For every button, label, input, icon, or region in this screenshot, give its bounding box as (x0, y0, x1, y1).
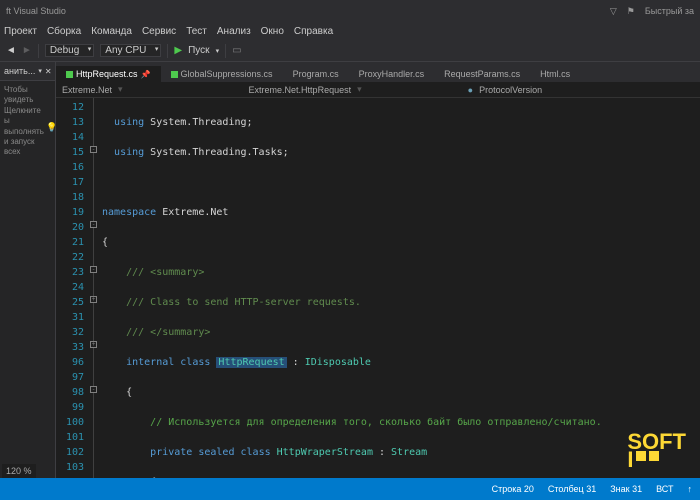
tab-label: Program.cs (293, 69, 339, 79)
config-dropdown[interactable]: Debug (45, 44, 94, 57)
separator (225, 44, 226, 58)
tab-program[interactable]: Program.cs (283, 66, 349, 82)
flag-icon[interactable]: ⚑ (627, 6, 635, 17)
quick-launch[interactable]: Быстрый за (645, 6, 694, 17)
menu-project[interactable]: Проект (4, 26, 37, 37)
status-bar: Строка 20 Столбец 31 Знак 31 ВСТ ↑ (0, 478, 700, 500)
menu-window[interactable]: Окно (261, 26, 284, 37)
lightbulb-icon[interactable]: 💡 (56, 123, 57, 133)
menu-build[interactable]: Сборка (47, 26, 81, 37)
play-icon[interactable]: ▶ (174, 45, 182, 56)
platform-dropdown[interactable]: Any CPU (100, 44, 161, 57)
status-insert: ВСТ (656, 484, 673, 494)
fold-box-icon[interactable]: - (90, 146, 97, 153)
crumb-member[interactable]: ProtocolVersion (479, 85, 542, 95)
breadcrumb: Extreme.Net ▾ Extreme.Net.HttpRequest ▾ … (56, 82, 700, 98)
separator (167, 44, 168, 58)
menu-bar: Проект Сборка Команда Сервис Тест Анализ… (0, 22, 700, 40)
crumb-project[interactable]: Extreme.Net (62, 85, 112, 95)
separator: ▾ (357, 84, 362, 95)
toolbar-item[interactable]: ▭ (232, 45, 241, 56)
fold-box-icon[interactable]: + (90, 341, 97, 348)
pin-icon[interactable]: 📌 (141, 70, 151, 79)
fold-gutter[interactable]: - - - + + - + (90, 98, 102, 478)
menu-analyze[interactable]: Анализ (217, 26, 251, 37)
status-line: Строка 20 (492, 484, 534, 494)
tab-proxyhandler[interactable]: ProxyHandler.cs (349, 66, 435, 82)
close-icon[interactable]: ✕ (45, 67, 52, 76)
app-title: ft Visual Studio (6, 6, 66, 16)
menu-team[interactable]: Команда (91, 26, 132, 37)
tab-globalsuppressions[interactable]: GlobalSuppressions.cs (161, 66, 283, 82)
titlebar-actions: ▽ ⚑ Быстрый за (610, 6, 694, 17)
separator (38, 44, 39, 58)
fold-box-icon[interactable]: + (90, 296, 97, 303)
source-text[interactable]: using System.Threading; using System.Thr… (102, 98, 700, 478)
separator: ▾ (118, 84, 123, 95)
tab-label: GlobalSuppressions.cs (181, 69, 273, 79)
run-button[interactable]: Пуск (188, 45, 209, 56)
toolbar: ◄ ► Debug Any CPU ▶ Пуск ▾ ▭ (0, 40, 700, 62)
title-bar: ft Visual Studio ▽ ⚑ Быстрый за (0, 0, 700, 22)
tab-httprequest[interactable]: HttpRequest.cs📌 (56, 66, 161, 82)
tab-label: RequestParams.cs (444, 69, 520, 79)
fold-box-icon[interactable]: - (90, 266, 97, 273)
code-editor[interactable]: 1213141516171819202122232425313233969798… (56, 98, 700, 478)
csharp-icon (66, 71, 73, 78)
chevron-down-icon[interactable]: ▾ (38, 67, 42, 75)
run-chevron-icon[interactable]: ▾ (216, 47, 220, 55)
main-area: анить... ▾ ✕ Чтобы увидеть Щелкните ы вы… (0, 62, 700, 478)
side-panel-title: анить... (4, 66, 35, 76)
tab-label: Html.cs (540, 69, 570, 79)
side-panel-hint: Чтобы увидеть Щелкните ы выполнять и зап… (0, 81, 55, 162)
tab-html[interactable]: Html.cs (530, 66, 580, 82)
side-panel-header[interactable]: анить... ▾ ✕ (0, 62, 55, 81)
menu-help[interactable]: Справка (294, 26, 333, 37)
menu-test[interactable]: Тест (186, 26, 207, 37)
line-gutter: 1213141516171819202122232425313233969798… (56, 98, 90, 478)
tab-label: HttpRequest.cs (76, 69, 138, 79)
fold-box-icon[interactable]: - (90, 221, 97, 228)
menu-service[interactable]: Сервис (142, 26, 176, 37)
crumb-class[interactable]: Extreme.Net.HttpRequest (249, 85, 352, 95)
editor-area: HttpRequest.cs📌 GlobalSuppressions.cs Pr… (56, 62, 700, 478)
status-char: Знак 31 (610, 484, 642, 494)
nav-back-icon[interactable]: ◄ (6, 45, 16, 56)
document-tabs: HttpRequest.cs📌 GlobalSuppressions.cs Pr… (56, 62, 700, 82)
tab-label: ProxyHandler.cs (359, 69, 425, 79)
nav-fwd-icon[interactable]: ► (22, 45, 32, 56)
fold-box-icon[interactable]: - (90, 386, 97, 393)
filter-icon[interactable]: ▽ (610, 6, 617, 17)
zoom-level[interactable]: 120 % (2, 464, 36, 478)
csharp-icon (171, 71, 178, 78)
publish-icon[interactable]: ↑ (688, 484, 693, 494)
status-col: Столбец 31 (548, 484, 596, 494)
tab-requestparams[interactable]: RequestParams.cs (434, 66, 530, 82)
